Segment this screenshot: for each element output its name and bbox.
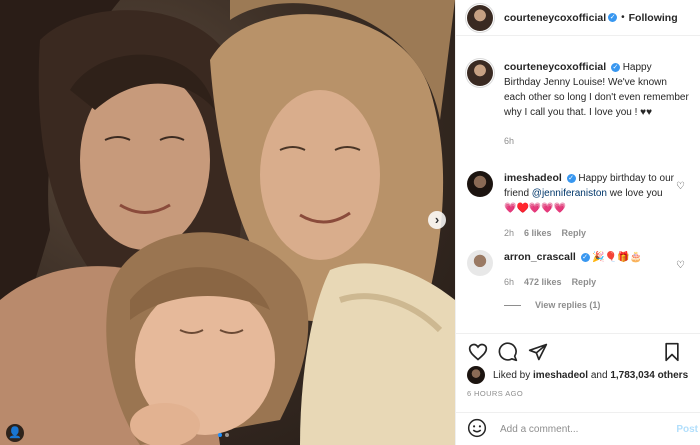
likes-count-link[interactable]: 1,783,034 others (610, 370, 688, 381)
likes-prefix: Liked by (493, 369, 531, 381)
avatar[interactable] (467, 60, 493, 86)
post-timestamp[interactable]: 6 HOURS AGO (467, 389, 523, 398)
add-comment-bar: Post (456, 412, 700, 445)
following-button[interactable]: Following (629, 12, 678, 24)
carousel-dots (218, 433, 229, 437)
like-heart-icon[interactable] (467, 341, 489, 363)
comment-time: 2h (504, 228, 515, 238)
like-comment-heart-icon[interactable]: ♡ (676, 260, 685, 271)
post-photo[interactable]: › 👤 (0, 0, 455, 445)
caption-time: 6h (504, 136, 515, 146)
verified-badge-icon: ✓ (580, 253, 590, 262)
comment-likes[interactable]: 6 likes (524, 226, 552, 241)
avatar[interactable] (467, 171, 493, 197)
comment-text: 🎉🎈🎁🎂 (592, 252, 643, 263)
likes-summary: Liked by imeshadeol and 1,783,034 others (467, 366, 688, 384)
verified-badge-icon: ✓ (610, 63, 620, 72)
avatar[interactable] (467, 4, 493, 31)
caption-body: courteneycoxofficial ✓ Happy Birthday Je… (504, 60, 690, 149)
comment-body: arron_crascall ✓ 🎉🎈🎁🎂 6h 472 likes Reply (504, 250, 674, 290)
likes-middle: and (590, 369, 608, 381)
liked-by-user-link[interactable]: imeshadeol (533, 370, 588, 381)
comment-meta: 2h 6 likes Reply (504, 226, 674, 241)
view-replies-button[interactable]: View replies (1) (504, 300, 600, 310)
post-caption: courteneycoxofficial ✓ Happy Birthday Je… (467, 60, 692, 149)
view-replies-label: View replies (1) (535, 300, 601, 310)
carousel-dot-active (218, 433, 222, 437)
like-comment-heart-icon[interactable]: ♡ (676, 181, 685, 192)
instagram-post: › 👤 courteneycoxofficial ✓ • Following c… (0, 0, 700, 445)
verified-badge-icon: ✓ (566, 174, 576, 183)
header-separator: • (621, 12, 625, 23)
comment-meta: 6h 472 likes Reply (504, 275, 674, 290)
replies-divider (504, 304, 521, 306)
carousel-next-button[interactable]: › (428, 211, 446, 229)
photo-illustration (0, 0, 455, 445)
comment-item: arron_crascall ✓ 🎉🎈🎁🎂 6h 472 likes Reply… (467, 250, 697, 290)
post-header: courteneycoxofficial ✓ • Following (456, 0, 700, 36)
reply-button[interactable]: Reply (572, 275, 597, 290)
share-send-icon[interactable] (527, 341, 549, 363)
comment-input[interactable] (500, 423, 660, 435)
post-side-panel: courteneycoxofficial ✓ • Following court… (455, 0, 700, 445)
reply-button[interactable]: Reply (562, 226, 587, 241)
carousel-dot (225, 433, 229, 437)
bookmark-icon[interactable] (661, 341, 683, 363)
comment-likes[interactable]: 472 likes (524, 275, 562, 290)
header-username[interactable]: courteneycoxofficial (504, 12, 606, 24)
comment-username[interactable]: imeshadeol (504, 172, 562, 184)
comment-body: imeshadeol ✓ Happy birthday to our frien… (504, 171, 674, 241)
post-actions-bar (456, 333, 700, 369)
emoji-smiley-icon[interactable] (467, 418, 487, 441)
comment-item: imeshadeol ✓ Happy birthday to our frien… (467, 171, 697, 241)
verified-badge-icon: ✓ (608, 13, 618, 22)
comment-time: 6h (504, 277, 515, 287)
comment-mention-link[interactable]: @jenniferaniston (532, 188, 607, 199)
avatar[interactable] (467, 366, 485, 384)
user-tag-icon[interactable]: 👤 (6, 424, 24, 442)
comment-bubble-icon[interactable] (497, 341, 519, 363)
avatar[interactable] (467, 250, 493, 276)
post-comment-button[interactable]: Post (676, 424, 698, 435)
comment-username[interactable]: arron_crascall (504, 251, 576, 263)
caption-username[interactable]: courteneycoxofficial (504, 61, 606, 73)
